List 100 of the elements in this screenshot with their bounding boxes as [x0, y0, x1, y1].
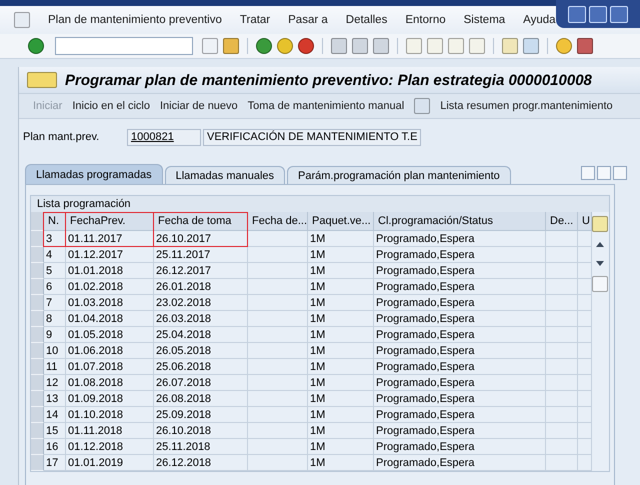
table-cell: Programado,Espera: [374, 407, 546, 423]
table-cell: 12: [44, 375, 66, 391]
table-cell: [546, 311, 578, 327]
table-cell: 26.03.2018: [154, 311, 248, 327]
column-header[interactable]: De...: [546, 212, 578, 231]
description-field: VERIFICACIÓN DE MANTENIMIENTO T.E: [203, 128, 421, 146]
table-cell: 1M: [308, 359, 374, 375]
table-cell: [546, 231, 578, 247]
table-cell: 1M: [308, 263, 374, 279]
table-cell: [248, 327, 308, 343]
table-cell: 25.09.2018: [154, 407, 248, 423]
row-selector[interactable]: [31, 343, 44, 359]
scroll-up-icon[interactable]: [596, 242, 604, 247]
column-header[interactable]: Cl.programación/Status: [374, 212, 546, 231]
table-cell: [546, 295, 578, 311]
table-cell: 23.02.2018: [154, 295, 248, 311]
table-cell: [546, 279, 578, 295]
tab[interactable]: Llamadas manuales: [164, 166, 286, 184]
table-cell: 1M: [308, 407, 374, 423]
screen-title: Programar plan de mantenimiento preventivo: Plan estrategia 0000010008: [65, 72, 592, 88]
row-selector[interactable]: [31, 295, 44, 311]
table-cell: 1M: [308, 231, 374, 247]
table-cell: [546, 263, 578, 279]
table-cell: [546, 391, 578, 407]
row-selector[interactable]: [31, 327, 44, 343]
tab[interactable]: Parám.programación plan mantenimiento: [287, 166, 511, 184]
table-cell: [546, 407, 578, 423]
command-field[interactable]: [55, 37, 193, 55]
table-cell: 3: [44, 231, 66, 247]
row-selector[interactable]: [31, 439, 44, 455]
table-cell: [248, 423, 308, 439]
menu-item[interactable]: Detalles: [346, 14, 388, 26]
table-cell: [248, 295, 308, 311]
table-cell: Programado,Espera: [374, 375, 546, 391]
table-cell: [546, 247, 578, 263]
row-selector[interactable]: [31, 375, 44, 391]
menu-item[interactable]: Sistema: [464, 14, 506, 26]
table-cell: 01.12.2018: [66, 439, 154, 455]
table-cell: 1M: [308, 391, 374, 407]
table-cell: 1M: [308, 343, 374, 359]
column-header[interactable]: U: [578, 212, 592, 231]
table-cell: [248, 263, 308, 279]
table-cell: 01.01.2019: [66, 455, 154, 471]
column-header[interactable]: N.: [44, 212, 66, 231]
toolbar-button[interactable]: Lista resumen progr.mantenimiento: [440, 100, 613, 112]
table-cell: 6: [44, 279, 66, 295]
table-cell: 01.04.2018: [66, 311, 154, 327]
plan-number-field[interactable]: 1000821: [127, 128, 201, 146]
menu-item[interactable]: Ayuda: [523, 14, 556, 26]
table-cell: 01.08.2018: [66, 375, 154, 391]
toolbar-button[interactable]: Inicio en el ciclo: [72, 100, 150, 112]
table-cell: Programado,Espera: [374, 439, 546, 455]
table-cell: [248, 231, 308, 247]
table-cell: 15: [44, 423, 66, 439]
table-cell: 26.05.2018: [154, 343, 248, 359]
row-selector[interactable]: [31, 247, 44, 263]
column-header[interactable]: Fecha de...: [248, 212, 308, 231]
table-cell: 1M: [308, 327, 374, 343]
toolbar-button[interactable]: Iniciar de nuevo: [160, 100, 238, 112]
menu-item[interactable]: Pasar a: [288, 14, 328, 26]
table-cell: 25.04.2018: [154, 327, 248, 343]
scroll-down-icon[interactable]: [596, 261, 604, 266]
table-cell: 1M: [308, 279, 374, 295]
column-header[interactable]: Fecha de toma: [154, 212, 248, 231]
tab[interactable]: Llamadas programadas: [25, 164, 163, 184]
table-cell: [248, 311, 308, 327]
table-cell: 1M: [308, 247, 374, 263]
column-header[interactable]: FechaPrev.: [66, 212, 154, 231]
table-cell: 25.11.2018: [154, 439, 248, 455]
table-cell: [248, 391, 308, 407]
table-cell: 01.12.2017: [66, 247, 154, 263]
menu-item[interactable]: Plan de mantenimiento preventivo: [48, 14, 222, 26]
row-selector[interactable]: [31, 407, 44, 423]
row-selector[interactable]: [31, 279, 44, 295]
row-selector[interactable]: [31, 263, 44, 279]
table-cell: 17: [44, 455, 66, 471]
column-header[interactable]: Paquet.ve...: [308, 212, 374, 231]
table-cell: 16: [44, 439, 66, 455]
row-selector[interactable]: [31, 231, 44, 247]
row-selector[interactable]: [31, 423, 44, 439]
menu-item[interactable]: Tratar: [240, 14, 270, 26]
row-selector[interactable]: [31, 359, 44, 375]
table-cell: 26.12.2017: [154, 263, 248, 279]
table-cell: Programado,Espera: [374, 263, 546, 279]
row-selector[interactable]: [31, 455, 44, 471]
table-cell: Programado,Espera: [374, 247, 546, 263]
row-selector[interactable]: [31, 391, 44, 407]
toolbar-button[interactable]: Toma de mantenimiento manual: [248, 100, 404, 112]
table-cell: 26.10.2018: [154, 423, 248, 439]
row-selector[interactable]: [31, 311, 44, 327]
table-cell: [546, 423, 578, 439]
table-cell: 1M: [308, 295, 374, 311]
table-cell: [248, 343, 308, 359]
menu-item[interactable]: Entorno: [405, 14, 446, 26]
table-cell: Programado,Espera: [374, 279, 546, 295]
table-cell: 01.03.2018: [66, 295, 154, 311]
table-cell: [248, 279, 308, 295]
table-cell: [248, 407, 308, 423]
table-cell: 1M: [308, 455, 374, 471]
table-cell: Programado,Espera: [374, 295, 546, 311]
